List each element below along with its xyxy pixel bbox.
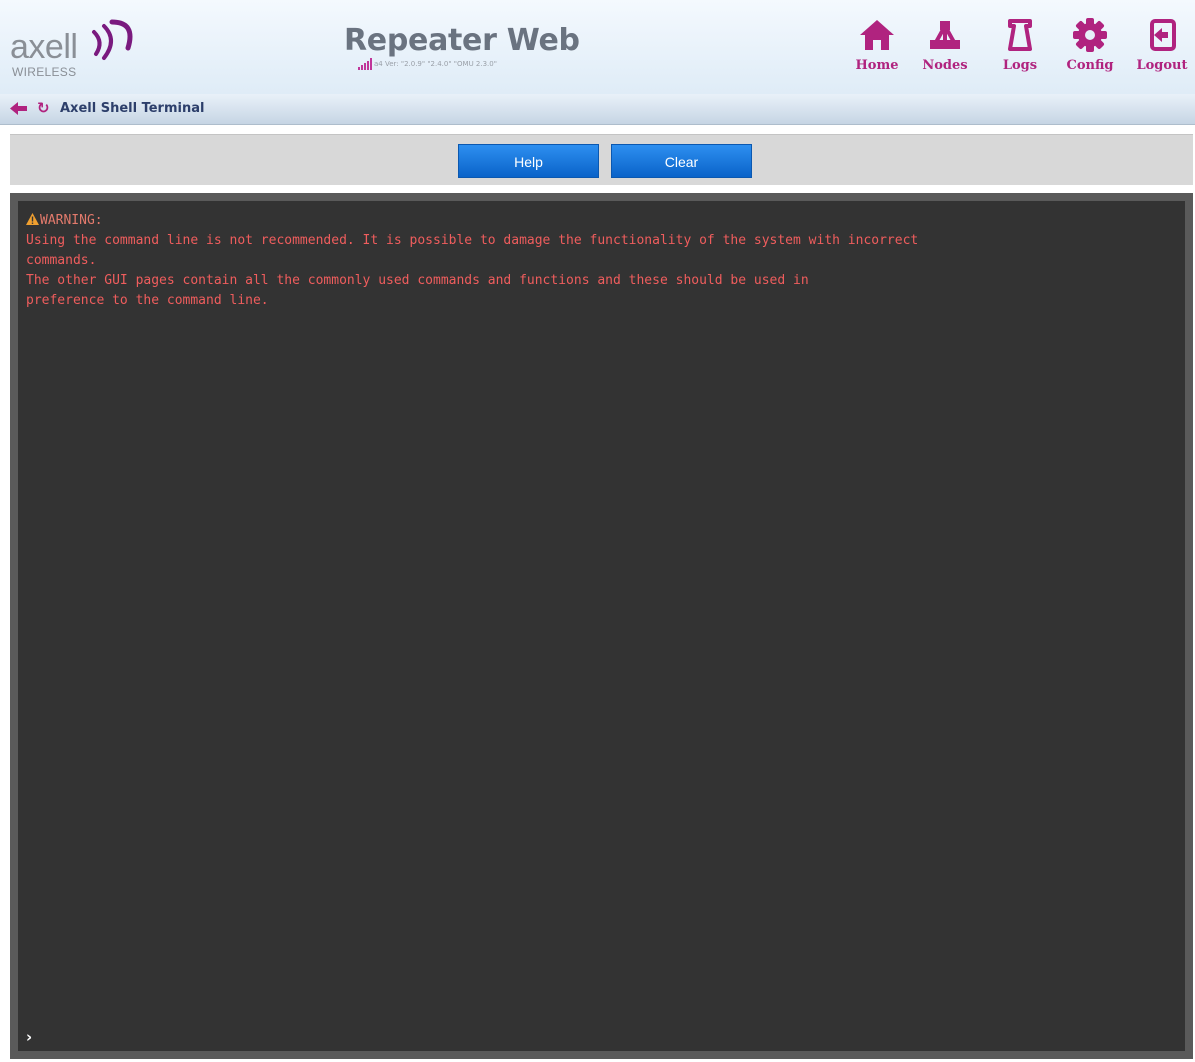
- nav-home[interactable]: Home: [847, 18, 907, 74]
- logo-word: axell: [10, 28, 78, 66]
- breadcrumb: ↻ Axell Shell Terminal: [0, 94, 1195, 125]
- nav-logout-label: Logout: [1136, 58, 1188, 73]
- terminal[interactable]: WARNING: Using the command line is not r…: [18, 201, 1185, 1051]
- terminal-line: commands.: [26, 253, 97, 268]
- help-button[interactable]: Help: [458, 144, 599, 178]
- clear-button[interactable]: Clear: [611, 144, 752, 178]
- nav-home-label: Home: [855, 58, 899, 73]
- home-icon: [860, 20, 894, 50]
- command-input[interactable]: [42, 1027, 1176, 1049]
- logo-subtitle: WIRELESS: [12, 65, 77, 79]
- nav-logout[interactable]: Logout: [1132, 18, 1192, 74]
- terminal-frame: WARNING: Using the command line is not r…: [10, 193, 1193, 1059]
- logs-icon: [1008, 19, 1032, 51]
- nav-nodes[interactable]: Nodes: [915, 18, 975, 74]
- warning-icon: [26, 213, 39, 225]
- page-title: Axell Shell Terminal: [60, 101, 205, 116]
- gear-icon: [1073, 18, 1107, 52]
- app-title: Repeater Web: [344, 23, 580, 58]
- refresh-icon[interactable]: ↻: [37, 100, 50, 116]
- nav-config-label: Config: [1066, 58, 1114, 73]
- page: axell WIRELESS Repeater Web a4 Ver: "2.0…: [0, 0, 1195, 1062]
- logout-icon: [1150, 19, 1176, 51]
- terminal-output: WARNING: Using the command line is not r…: [26, 211, 1176, 311]
- axell-logo: axell WIRELESS: [8, 14, 148, 84]
- logo-signal-mark: [92, 19, 133, 60]
- nodes-icon: [930, 21, 960, 49]
- command-prompt: ›: [26, 1028, 33, 1046]
- nav-config[interactable]: Config: [1060, 18, 1120, 74]
- signal-strength-icon: [358, 58, 372, 70]
- warning-line: WARNING:: [26, 211, 1176, 231]
- terminal-line: preference to the command line.: [26, 293, 269, 308]
- nav-logs-label: Logs: [1002, 58, 1038, 73]
- terminal-line: Using the command line is not recommende…: [26, 233, 919, 248]
- toolbar: Help Clear: [10, 134, 1193, 185]
- version-info: a4 Ver: "2.0.9" "2.4.0" "OMU 2.3.0": [374, 60, 497, 68]
- back-arrow-icon[interactable]: [10, 102, 28, 115]
- nav-nodes-label: Nodes: [922, 58, 968, 73]
- nav-logs[interactable]: Logs: [990, 18, 1050, 74]
- terminal-line: The other GUI pages contain all the comm…: [26, 273, 809, 288]
- header: axell WIRELESS Repeater Web a4 Ver: "2.0…: [0, 0, 1195, 94]
- warning-label: WARNING:: [40, 213, 103, 228]
